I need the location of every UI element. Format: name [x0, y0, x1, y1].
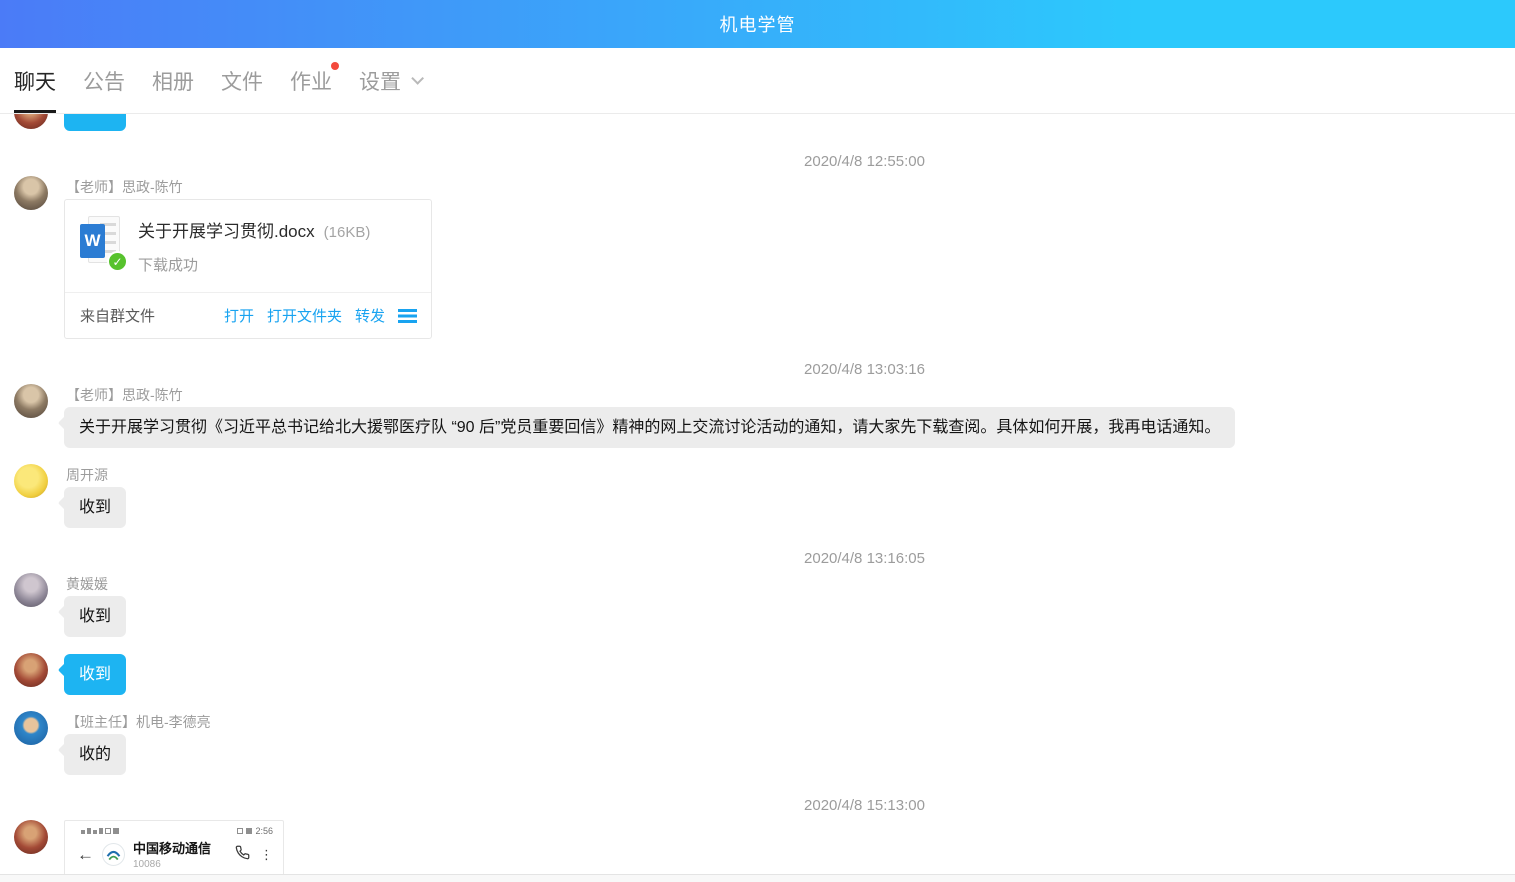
open-file-link[interactable]: 打开: [224, 305, 254, 326]
timestamp: 2020/4/8 13:16:05: [107, 550, 1515, 568]
chat-message-list: 2020/4/8 12:55:00 【老师】思政-陈竹 W: [0, 114, 1515, 874]
window-header: 机电学管: [0, 0, 1515, 48]
file-source-label: 来自群文件: [80, 305, 155, 326]
avatar[interactable]: [14, 176, 48, 210]
tab-chat[interactable]: 聊天: [14, 48, 56, 113]
message-text: 周开源 收到: [14, 464, 1515, 528]
message-bubble: 收到: [64, 654, 126, 695]
message-bubble: [64, 114, 126, 131]
group-title: 机电学管: [720, 11, 796, 37]
message-file: 【老师】思政-陈竹 W 关于开展学习贯彻.docx (16KB): [14, 176, 1515, 339]
more-dots-icon: ⋮: [260, 847, 273, 863]
file-size: (16KB): [324, 224, 371, 241]
message-bubble: 关于开展学习贯彻《习近平总书记给北大援鄂医疗队 “90 后”党员重要回信》精神的…: [64, 407, 1235, 448]
phone-call-icon: [235, 845, 250, 865]
notification-dot: [331, 62, 339, 70]
timestamp: 2020/4/8 15:13:00: [107, 797, 1515, 815]
sender-name: 【老师】思政-陈竹: [66, 177, 183, 193]
message-bubble: 收到: [64, 596, 126, 637]
avatar[interactable]: [14, 653, 48, 687]
more-menu-icon[interactable]: [398, 309, 417, 323]
sender-name: 周开源: [66, 465, 108, 481]
tab-album[interactable]: 相册: [152, 48, 194, 113]
message-text: 【老师】思政-陈竹 关于开展学习贯彻《习近平总书记给北大援鄂医疗队 “90 后”…: [14, 384, 1515, 448]
phone-status-bar: 2:56: [65, 821, 283, 836]
carrier-logo: [102, 843, 125, 866]
download-status: 下载成功: [138, 254, 370, 275]
avatar[interactable]: [14, 820, 48, 854]
cut-off-message: [0, 114, 1515, 131]
timestamp: 2020/4/8 13:03:16: [107, 361, 1515, 379]
sender-name: 【班主任】机电-李德亮: [66, 712, 211, 728]
message-bubble: 收到: [64, 487, 126, 528]
back-arrow-icon: ←: [77, 846, 94, 863]
file-name: 关于开展学习贯彻.docx: [138, 217, 315, 242]
sender-name: 【老师】思政-陈竹: [66, 385, 183, 401]
message-bubble: 收的: [64, 734, 126, 775]
message-image: 2:56 ← 中国移动通信 10086: [14, 820, 1515, 874]
group-chat-window: 机电学管 聊天 公告 相册 文件 作业 设置 2020/4/8 12:55:00: [0, 0, 1515, 882]
timestamp: 2020/4/8 12:55:00: [107, 153, 1515, 171]
tab-announcements[interactable]: 公告: [83, 48, 125, 113]
phone-screenshot-image[interactable]: 2:56 ← 中国移动通信 10086: [64, 820, 284, 874]
file-card: W 关于开展学习贯彻.docx (16KB) 下载成功 来自群文件: [64, 199, 432, 339]
avatar[interactable]: [14, 573, 48, 607]
message-text-self: 收到: [14, 653, 1515, 695]
avatar[interactable]: [14, 464, 48, 498]
avatar[interactable]: [14, 114, 48, 129]
tab-settings[interactable]: 设置: [359, 48, 420, 113]
forward-link[interactable]: 转发: [355, 305, 385, 326]
tab-files[interactable]: 文件: [221, 48, 263, 113]
chevron-down-icon: [411, 72, 424, 85]
carrier-name: 中国移动通信: [133, 841, 211, 856]
phone-nav-bar: ← 中国移动通信 10086: [65, 836, 283, 870]
sender-name: 黄媛媛: [66, 574, 108, 590]
tab-bar: 聊天 公告 相册 文件 作业 设置: [0, 48, 1515, 114]
phone-clock: 2:56: [237, 826, 273, 836]
carrier-number: 10086: [133, 859, 233, 870]
message-text: 黄媛媛 收到: [14, 573, 1515, 637]
tab-homework[interactable]: 作业: [290, 48, 332, 113]
avatar[interactable]: [14, 711, 48, 745]
message-text: 【班主任】机电-李德亮 收的: [14, 711, 1515, 775]
success-check-icon: [107, 251, 128, 272]
status-icons: [81, 828, 119, 834]
open-folder-link[interactable]: 打开文件夹: [267, 305, 342, 326]
horizontal-scrollbar[interactable]: [0, 874, 1515, 882]
word-file-icon: W: [80, 215, 120, 267]
avatar[interactable]: [14, 384, 48, 418]
